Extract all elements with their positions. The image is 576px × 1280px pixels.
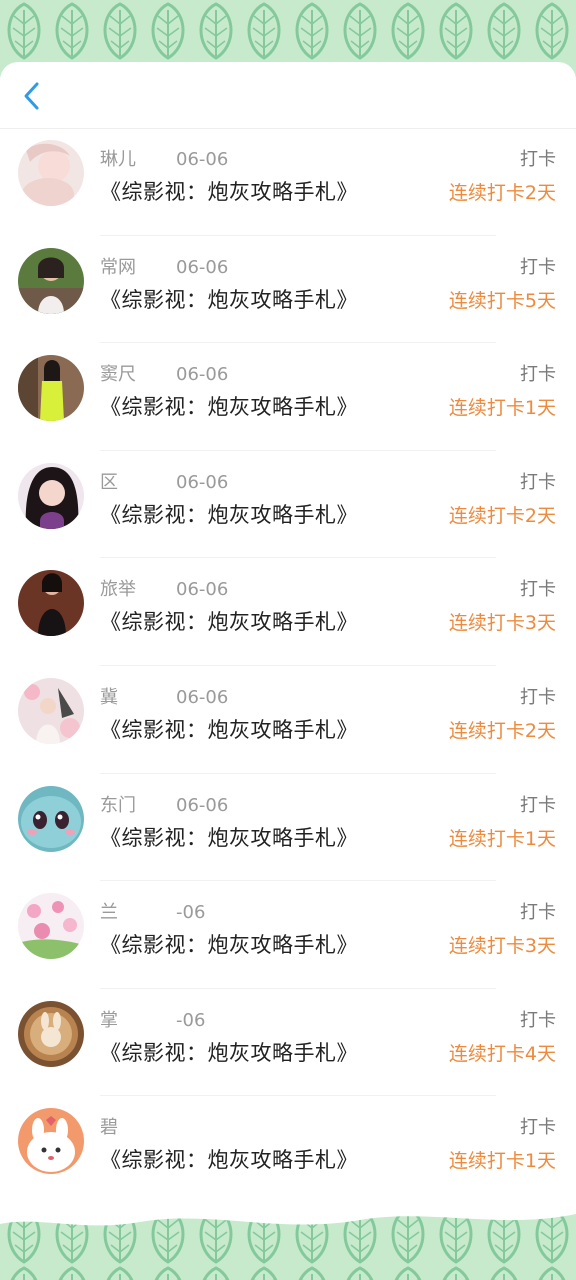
user-name: 掌	[100, 1009, 118, 1031]
header-bar	[0, 62, 576, 129]
list-item[interactable]: 区 06-06 《综影视：炮灰攻略手札》 打卡 连续打卡2天	[0, 451, 576, 559]
entry-date: 06-06	[176, 471, 229, 493]
streak-text: 连续打卡1天	[448, 827, 556, 850]
streak-text: 连续打卡4天	[448, 1042, 556, 1065]
list-item[interactable]: 旅举 06-06 《综影视：炮灰攻略手札》 打卡 连续打卡3天	[0, 558, 576, 666]
user-name: 碧	[100, 1117, 118, 1139]
avatar[interactable]	[18, 785, 84, 852]
book-title[interactable]: 《综影视：炮灰攻略手札》	[100, 606, 358, 636]
avatar[interactable]	[18, 1108, 84, 1175]
streak-text: 连续打卡2天	[448, 504, 556, 527]
back-button[interactable]	[10, 74, 54, 118]
avatar[interactable]	[18, 677, 84, 744]
streak-text: 连续打卡2天	[448, 719, 556, 742]
book-title[interactable]: 《综影视：炮灰攻略手札》	[100, 284, 358, 314]
checkin-label: 打卡	[520, 902, 556, 924]
streak-text: 连续打卡3天	[448, 612, 556, 635]
chevron-left-icon	[24, 82, 39, 110]
book-title[interactable]: 《综影视：炮灰攻略手札》	[100, 822, 358, 852]
book-title[interactable]: 《综影视：炮灰攻略手札》	[100, 714, 358, 744]
streak-text: 连续打卡1天	[448, 397, 556, 420]
list-item[interactable]: 碧 《综影视：炮灰攻略手札》 打卡 连续打卡1天	[0, 1096, 576, 1204]
checkin-label: 打卡	[520, 149, 556, 170]
user-name: 兰	[100, 902, 118, 924]
entry-meta: 碧	[100, 1113, 176, 1139]
user-name: 冀	[100, 686, 118, 708]
entry-meta: 旅举 06-06	[100, 575, 228, 601]
avatar[interactable]	[18, 462, 84, 529]
entry-meta: 琳儿 06-06	[100, 145, 228, 171]
checkin-label: 打卡	[520, 1117, 556, 1139]
entry-date: 06-06	[176, 686, 229, 708]
entry-date: 06-06	[176, 794, 229, 816]
checkin-label: 打卡	[520, 364, 556, 386]
entry-meta: 冀 06-06	[100, 683, 228, 709]
user-name: 东门	[100, 794, 136, 816]
list-item[interactable]: 东门 06-06 《综影视：炮灰攻略手札》 打卡 连续打卡1天	[0, 774, 576, 882]
checkin-label: 打卡	[520, 471, 556, 493]
list-item[interactable]: 冀 06-06 《综影视：炮灰攻略手札》 打卡 连续打卡2天	[0, 666, 576, 774]
user-name: 窦尺	[100, 364, 136, 386]
checkin-list: 琳儿 06-06 《综影视：炮灰攻略手札》 打卡 连续打卡2天 常网 06-06 《…	[0, 128, 576, 1204]
avatar[interactable]	[18, 570, 84, 637]
entry-meta: 常网 06-06	[100, 253, 228, 279]
entry-meta: 掌 -06	[100, 1006, 205, 1032]
entry-date: 06-06	[176, 579, 229, 601]
entry-date: 06-06	[176, 256, 229, 278]
user-name: 琳儿	[100, 149, 136, 170]
list-item[interactable]: 常网 06-06 《综影视：炮灰攻略手札》 打卡 连续打卡5天	[0, 236, 576, 344]
avatar[interactable]	[18, 140, 84, 206]
book-title[interactable]: 《综影视：炮灰攻略手札》	[100, 391, 358, 421]
checkin-label: 打卡	[520, 579, 556, 601]
entry-date: 06-06	[176, 149, 229, 170]
list-item[interactable]: 兰 -06 《综影视：炮灰攻略手札》 打卡 连续打卡3天	[0, 881, 576, 989]
user-name: 常网	[100, 256, 136, 278]
checkin-label: 打卡	[520, 686, 556, 708]
entry-date: -06	[176, 1009, 206, 1031]
user-name: 区	[100, 471, 118, 493]
avatar[interactable]	[18, 355, 84, 422]
checkin-label: 打卡	[520, 1009, 556, 1031]
book-title[interactable]: 《综影视：炮灰攻略手札》	[100, 929, 358, 959]
list-item[interactable]: 窦尺 06-06 《综影视：炮灰攻略手札》 打卡 连续打卡1天	[0, 343, 576, 451]
avatar[interactable]	[18, 247, 84, 314]
list-item[interactable]: 掌 -06 《综影视：炮灰攻略手札》 打卡 连续打卡4天	[0, 989, 576, 1097]
entry-meta: 区 06-06	[100, 468, 228, 494]
book-title[interactable]: 《综影视：炮灰攻略手札》	[100, 176, 358, 206]
list-item[interactable]: 琳儿 06-06 《综影视：炮灰攻略手札》 打卡 连续打卡2天	[0, 128, 576, 236]
entry-date: 06-06	[176, 364, 229, 386]
streak-text: 连续打卡2天	[448, 182, 556, 204]
bottom-leaf-banner	[0, 1196, 576, 1280]
checkin-label: 打卡	[520, 794, 556, 816]
entry-date: -06	[176, 902, 206, 924]
book-title[interactable]: 《综影视：炮灰攻略手札》	[100, 1037, 358, 1067]
avatar[interactable]	[18, 1000, 84, 1067]
entry-meta: 窦尺 06-06	[100, 360, 228, 386]
book-title[interactable]: 《综影视：炮灰攻略手札》	[100, 499, 358, 529]
book-title[interactable]: 《综影视：炮灰攻略手札》	[100, 1144, 358, 1174]
streak-text: 连续打卡3天	[448, 935, 556, 958]
avatar[interactable]	[18, 893, 84, 960]
checkin-label: 打卡	[520, 256, 556, 278]
entry-meta: 兰 -06	[100, 898, 205, 924]
user-name: 旅举	[100, 579, 136, 601]
entry-meta: 东门 06-06	[100, 791, 228, 817]
streak-text: 连续打卡1天	[448, 1150, 556, 1173]
streak-text: 连续打卡5天	[448, 289, 556, 312]
